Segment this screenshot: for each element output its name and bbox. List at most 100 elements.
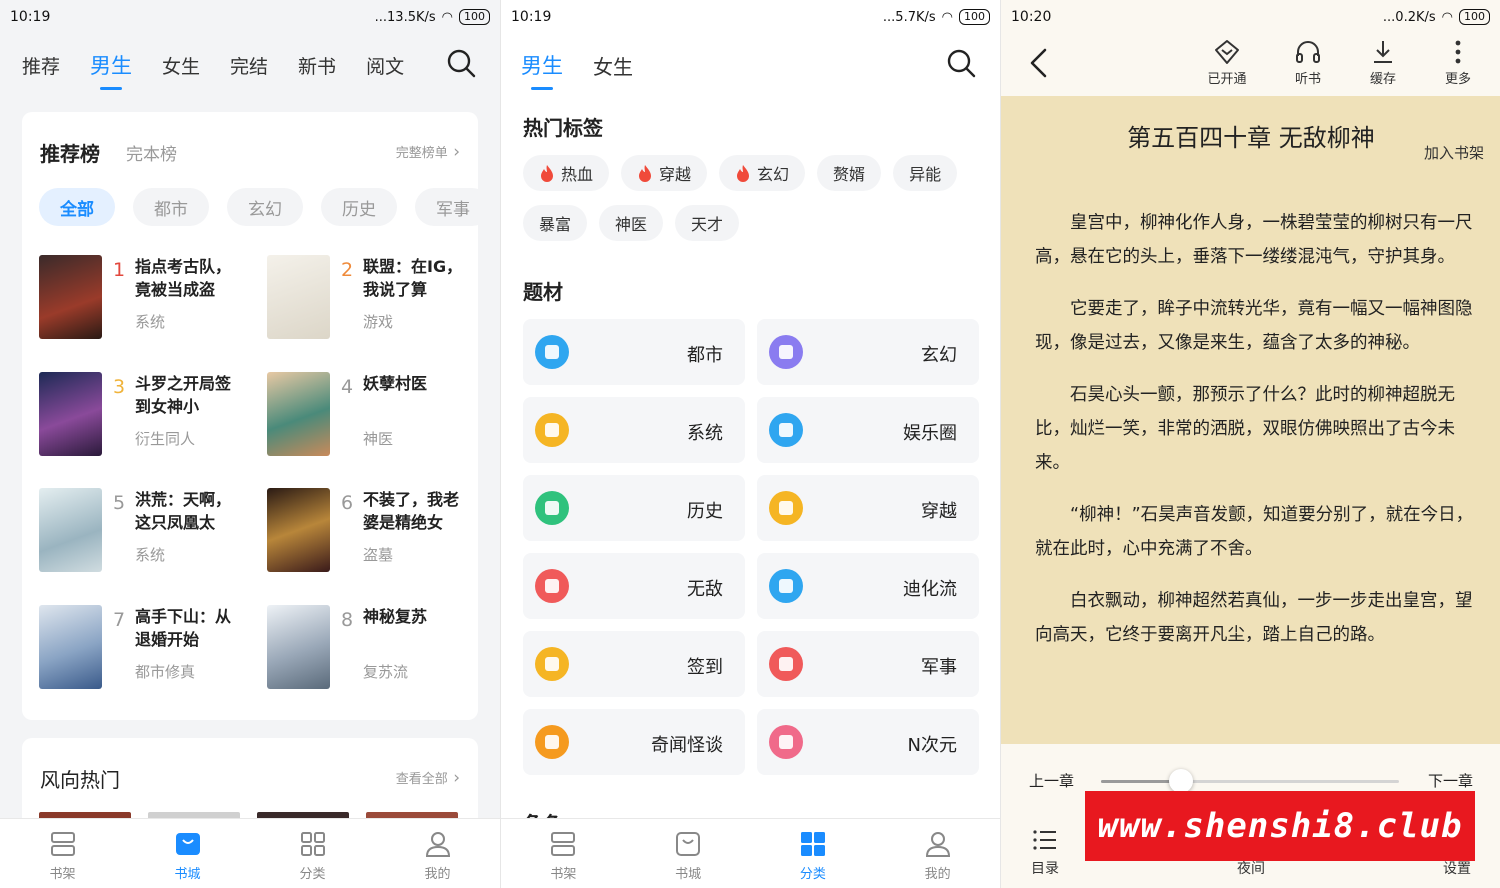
tab-finished[interactable]: 完结 xyxy=(230,52,268,79)
hot-tag[interactable]: 穿越 xyxy=(621,155,708,191)
chip-military[interactable]: 军事 xyxy=(415,188,479,226)
download-button[interactable]: 缓存 xyxy=(1353,38,1413,87)
toc-button[interactable]: 目录 xyxy=(1015,826,1075,878)
tab-female[interactable]: 女生 xyxy=(593,51,633,80)
progress-slider[interactable] xyxy=(1101,769,1399,793)
prev-chapter-button[interactable]: 上一章 xyxy=(1029,770,1074,791)
genre-item[interactable]: N次元 xyxy=(757,709,979,775)
book-item[interactable]: 2 联盟：在IG，我说了算 游戏 xyxy=(267,255,487,345)
nav-mine[interactable]: 我的 xyxy=(375,819,500,888)
nav-mine[interactable]: 我的 xyxy=(875,819,1000,888)
add-to-shelf-button[interactable]: 加入书架 xyxy=(1424,142,1484,163)
slider-thumb[interactable] xyxy=(1169,769,1194,793)
tab-male[interactable]: 男生 xyxy=(521,50,563,80)
user-icon xyxy=(425,832,450,857)
bookstore-icon xyxy=(175,833,200,855)
tab-male[interactable]: 男生 xyxy=(90,50,132,80)
genre-item[interactable]: 迪化流 xyxy=(757,553,979,619)
subscribed-button[interactable]: 已开通 xyxy=(1197,38,1257,87)
nav-label: 我的 xyxy=(924,867,951,882)
nav-bookshelf[interactable]: 书架 xyxy=(501,819,626,888)
nav-bookstore[interactable]: 书城 xyxy=(626,819,751,888)
book-rank: 4 xyxy=(341,376,354,398)
bookstore-icon xyxy=(676,832,701,856)
view-all-link[interactable]: 查看全部 xyxy=(396,768,460,788)
genre-item[interactable]: 军事 xyxy=(757,631,979,697)
genre-icon xyxy=(535,491,569,525)
book-title: 洪荒：天啊，这只凤凰太 xyxy=(135,490,232,532)
nav-label: 分类 xyxy=(799,867,826,882)
hot-tag[interactable]: 玄幻 xyxy=(719,155,806,191)
genre-icon xyxy=(535,413,569,447)
battery-icon: 100 xyxy=(1459,9,1490,25)
finished-rank-tab[interactable]: 完本榜 xyxy=(126,140,177,165)
genre-icon xyxy=(535,335,569,369)
book-item[interactable]: 8 神秘复苏 复苏流 xyxy=(267,605,487,695)
book-rank: 8 xyxy=(341,609,354,631)
more-button[interactable]: 更多 xyxy=(1428,38,1488,87)
book-item[interactable]: 1 指点考古队，竟被当成盗 系统 xyxy=(39,255,259,345)
genre-item[interactable]: 系统 xyxy=(523,397,745,463)
genre-icon xyxy=(535,569,569,603)
hot-tag[interactable]: 异能 xyxy=(893,155,958,191)
search-icon[interactable] xyxy=(946,48,976,78)
book-tag: 系统 xyxy=(135,546,166,564)
genre-item[interactable]: 历史 xyxy=(523,475,745,541)
grid-icon xyxy=(800,832,825,856)
book-item[interactable]: 5 洪荒：天啊，这只凤凰太 系统 xyxy=(39,488,259,578)
book-rank: 1 xyxy=(113,259,126,281)
book-title: 指点考古队，竟被当成盗 xyxy=(135,257,232,299)
genre-item[interactable]: 都市 xyxy=(523,319,745,385)
genre-item[interactable]: 娱乐圈 xyxy=(757,397,979,463)
genre-item[interactable]: 奇闻怪谈 xyxy=(523,709,745,775)
genre-icon xyxy=(535,647,569,681)
hot-tag[interactable]: 天才 xyxy=(675,205,740,241)
top-tabs: 推荐 男生 女生 完结 新书 阅文 xyxy=(0,40,500,90)
hot-tag[interactable]: 热血 xyxy=(523,155,610,191)
book-title: 高手下山：从退婚开始 xyxy=(135,607,232,649)
genre-item[interactable]: 签到 xyxy=(523,631,745,697)
download-icon xyxy=(1374,41,1392,63)
hot-tag[interactable]: 神医 xyxy=(599,205,664,241)
tab-new[interactable]: 新书 xyxy=(298,52,336,79)
rank-title[interactable]: 推荐榜 xyxy=(40,138,100,167)
book-rank: 2 xyxy=(341,259,354,281)
genre-grid: 都市 玄幻 系统 娱乐圈 历史 穿越 无敌 迪化流签到 军事奇闻怪谈 N次元 xyxy=(523,319,979,775)
listen-button[interactable]: 听书 xyxy=(1278,38,1338,87)
hot-tag[interactable]: 暴富 xyxy=(523,205,588,241)
full-rank-link[interactable]: 完整榜单 xyxy=(396,142,460,162)
chip-urban[interactable]: 都市 xyxy=(133,188,209,226)
chip-fantasy[interactable]: 玄幻 xyxy=(227,188,303,226)
next-chapter-button[interactable]: 下一章 xyxy=(1428,770,1473,791)
category-panel: 10:19 ...5.7K/s ◠ 100 男生 女生 热门标签 热血 穿越 玄… xyxy=(500,0,1000,888)
status-time: 10:19 xyxy=(10,9,51,25)
nav-category[interactable]: 分类 xyxy=(751,819,876,888)
book-tag: 复苏流 xyxy=(363,663,409,681)
hot-tag[interactable]: 赘婿 xyxy=(817,155,882,191)
book-item[interactable]: 4 妖孽村医 神医 xyxy=(267,372,487,462)
nav-bookshelf[interactable]: 书架 xyxy=(0,819,125,888)
tab-female[interactable]: 女生 xyxy=(162,52,200,79)
genre-item[interactable]: 玄幻 xyxy=(757,319,979,385)
user-icon xyxy=(925,832,950,857)
tab-yuewen[interactable]: 阅文 xyxy=(366,52,404,79)
book-cover xyxy=(39,372,102,456)
nav-category[interactable]: 分类 xyxy=(250,819,375,888)
book-item[interactable]: 6 不装了，我老婆是精绝女 盗墓 xyxy=(267,488,487,578)
nav-bookstore[interactable]: 书城 xyxy=(125,819,250,888)
book-item[interactable]: 3 斗罗之开局签到女神小 衍生同人 xyxy=(39,372,259,462)
list-icon xyxy=(1033,830,1056,850)
chip-history[interactable]: 历史 xyxy=(321,188,397,226)
chip-all[interactable]: 全部 xyxy=(39,188,115,226)
genre-icon xyxy=(769,335,803,369)
genre-item[interactable]: 穿越 xyxy=(757,475,979,541)
book-title: 不装了，我老婆是精绝女 xyxy=(363,490,460,532)
genre-label: 军事 xyxy=(921,657,957,678)
genre-item[interactable]: 无敌 xyxy=(523,553,745,619)
back-icon[interactable] xyxy=(1027,46,1051,80)
search-icon[interactable] xyxy=(446,48,476,78)
tab-recommend[interactable]: 推荐 xyxy=(22,52,60,79)
grid-icon xyxy=(300,832,325,856)
genre-label: 迪化流 xyxy=(903,579,957,600)
book-item[interactable]: 7 高手下山：从退婚开始 都市修真 xyxy=(39,605,259,695)
